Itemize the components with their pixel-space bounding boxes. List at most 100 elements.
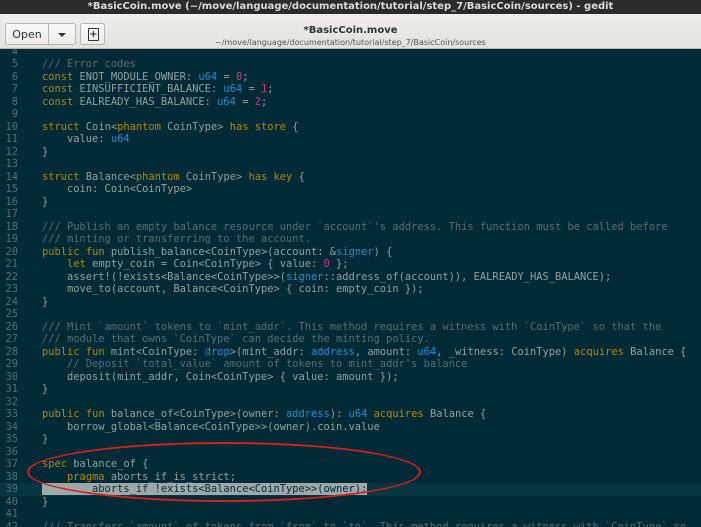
line-number: 17 (5, 208, 18, 220)
code-line[interactable]: 26 /// Mint `amount` tokens to `mint_addr… (0, 321, 701, 334)
code-line[interactable]: 30 deposit(mint_addr, Coin<CoinType> { v… (0, 371, 701, 384)
code-text: deposit(mint_addr, Coin<CoinType> { valu… (42, 370, 399, 383)
header-bar: Open + *BasicCoin.move ~/move/language/d… (0, 14, 701, 49)
line-number: 24 (5, 295, 18, 308)
code-line[interactable]: 13 (0, 158, 701, 171)
line-number: 5 (11, 58, 18, 70)
line-number: 18 (5, 220, 18, 233)
code-line[interactable]: 42 /// Transfers `amount` of tokens from … (0, 521, 701, 527)
line-number: 4 (11, 49, 18, 58)
code-line[interactable]: 31} (0, 383, 701, 396)
code-line[interactable]: 41 (0, 508, 701, 521)
code-text: /// Publish an empty balance resource un… (42, 220, 668, 233)
code-line[interactable]: 39 aborts_if !exists<Balance<CoinType>>(… (0, 483, 701, 496)
code-line[interactable]: 27 /// module that owns `CoinType` can de… (0, 333, 701, 346)
line-number: 21 (5, 258, 18, 270)
code-text: assert!(!exists<Balance<CoinType>>(signe… (42, 270, 612, 283)
code-line[interactable]: 40} (0, 496, 701, 509)
line-number: 35 (5, 433, 18, 445)
code-line[interactable]: 38 pragma aborts_if_is_strict; (0, 471, 701, 484)
code-line[interactable]: 34 borrow_global<Balance<CoinType>>(owne… (0, 421, 701, 434)
code-line[interactable]: 16} (0, 196, 701, 209)
line-number: 37 (5, 458, 18, 470)
code-line[interactable]: 18 /// Publish an empty balance resource … (0, 221, 701, 234)
code-text: } (42, 195, 49, 208)
code-line[interactable]: 12} (0, 146, 701, 159)
code-line[interactable]: 19 /// minting or transferring to the acc… (0, 233, 701, 246)
line-number: 38 (5, 470, 18, 483)
code-line[interactable]: 10 struct Coin<phantom CoinType> has stor… (0, 121, 701, 134)
code-text: } (42, 295, 49, 308)
code-line[interactable]: 29 // Deposit `total_value` amount of to… (0, 358, 701, 371)
document-path: ~/move/language/documentation/tutorial/s… (215, 38, 486, 47)
line-number: 12 (5, 145, 18, 158)
code-text: /// Mint `amount` tokens to `mint_addr`.… (42, 320, 662, 333)
line-number: 23 (5, 283, 18, 295)
code-line[interactable]: 32 (0, 396, 701, 409)
code-line[interactable]: 15 coin: Coin<CoinType> (0, 183, 701, 196)
code-line[interactable]: 23 move_to(account, Balance<CoinType> { … (0, 283, 701, 296)
line-number: 33 (5, 408, 18, 420)
code-line[interactable]: 33 public fun balance_of<CoinType>(owner:… (0, 408, 701, 421)
code-text: public fun balance_of<CoinType>(owner: a… (42, 408, 487, 420)
code-line[interactable]: 6 const ENOT_MODULE_OWNER: u64 = 0; (0, 71, 701, 84)
code-line[interactable]: 7 const EINSUFFICIENT_BALANCE: u64 = 1; (0, 83, 701, 96)
code-line[interactable]: 24} (0, 296, 701, 309)
code-text: move_to(account, Balance<CoinType> { coi… (42, 283, 424, 295)
code-line[interactable]: 22 assert!(!exists<Balance<CoinType>>(si… (0, 271, 701, 284)
code-text: pragma aborts_if_is_strict; (67, 470, 236, 483)
selected-text: aborts_if !exists<Balance<CoinType>>(own… (42, 483, 368, 495)
code-text: spec balance_of { (42, 458, 149, 470)
line-number: 26 (5, 320, 18, 333)
code-text: public fun mint<CoinType: drop>(mint_add… (42, 345, 687, 358)
window-title: *BasicCoin.move (~/move/language/documen… (0, 0, 701, 14)
code-text: } (42, 145, 49, 158)
line-number: 27 (5, 333, 18, 345)
code-text: const ENOT_MODULE_OWNER: u64 = 0; (42, 70, 249, 83)
line-number: 7 (11, 83, 18, 95)
document-title: *BasicCoin.move (303, 25, 398, 36)
code-line[interactable]: 36 (0, 446, 701, 459)
line-number: 9 (11, 108, 18, 120)
code-line[interactable]: 25 (0, 308, 701, 321)
line-number: 19 (5, 233, 18, 245)
line-number: 31 (5, 383, 18, 395)
code-line[interactable]: 8 const EALREADY_HAS_BALANCE: u64 = 2; (0, 96, 701, 109)
code-line[interactable]: 5 /// Error codes (0, 58, 701, 71)
code-line[interactable]: 14 struct Balance<phantom CoinType> has k… (0, 171, 701, 184)
code-text: borrow_global<Balance<CoinType>>(owner).… (42, 420, 380, 433)
line-number: 13 (5, 158, 18, 170)
line-number: 40 (5, 495, 18, 508)
code-line[interactable]: 17 (0, 208, 701, 221)
code-editor[interactable]: 4 5 /// Error codes 6 const ENOT_MODULE_OWNE… (0, 49, 701, 527)
code-line[interactable]: 4 (0, 49, 701, 58)
line-number: 28 (5, 345, 18, 358)
line-number: 10 (5, 120, 18, 133)
code-line[interactable]: 37 spec balance_of { (0, 458, 701, 471)
code-line[interactable]: 28 public fun mint<CoinType: drop>(mint_a… (0, 346, 701, 359)
code-text: } (42, 495, 49, 508)
code-line[interactable]: 20 public fun publish_balance<CoinType>(a… (0, 246, 701, 259)
code-line[interactable]: 35} (0, 433, 701, 446)
line-number: 32 (5, 395, 18, 408)
line-number: 30 (5, 370, 18, 383)
code-line[interactable]: 21 let empty_coin = Coin<CoinType> { val… (0, 258, 701, 271)
line-number: 16 (5, 195, 18, 208)
code-text: // Deposit `total_value` amount of token… (67, 358, 468, 370)
line-number: 34 (5, 420, 18, 433)
code-text: /// Transfers `amount` of tokens from `f… (42, 520, 687, 527)
line-number: 36 (5, 445, 18, 458)
code-text: } (42, 383, 49, 395)
line-number: 41 (5, 508, 18, 520)
code-text: let empty_coin = Coin<CoinType> { value:… (67, 258, 349, 270)
code-line[interactable]: 9 (0, 108, 701, 121)
code-text: public fun publish_balance<CoinType>(acc… (42, 245, 393, 258)
code-text: aborts_if !exists<Balance<CoinType>>(own… (42, 483, 368, 496)
line-number: 39 (5, 483, 18, 495)
line-number: 25 (5, 308, 18, 320)
code-text: /// Error codes (42, 58, 136, 70)
code-text: struct Coin<phantom CoinType> has store … (42, 120, 299, 133)
line-number: 15 (5, 183, 18, 195)
code-text: coin: Coin<CoinType> (42, 183, 193, 195)
code-line[interactable]: 11 value: u64 (0, 133, 701, 146)
